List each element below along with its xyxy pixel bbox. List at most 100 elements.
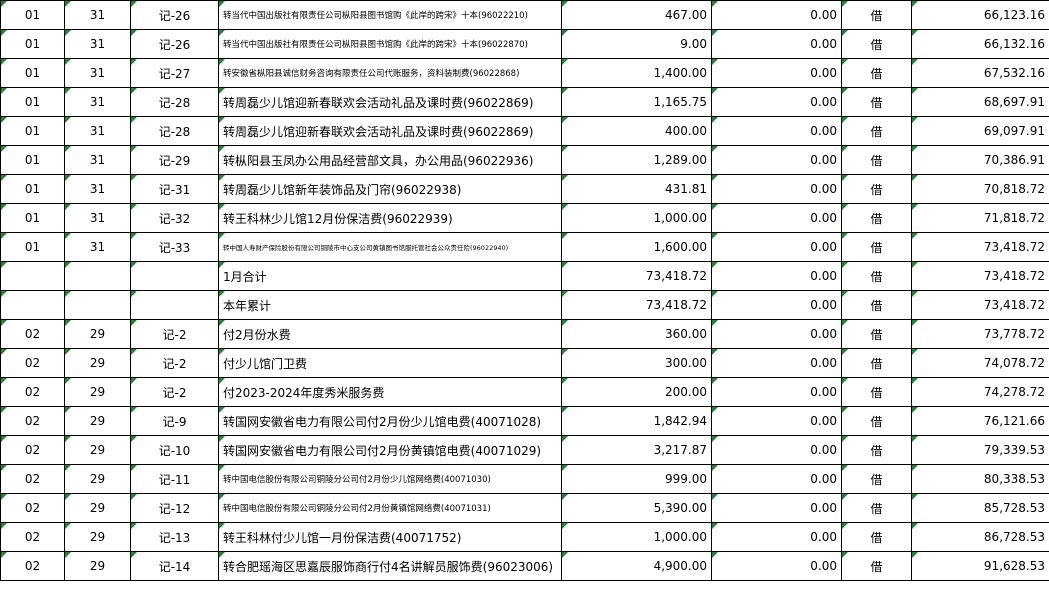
- debit-cell[interactable]: 431.81: [561, 174, 712, 204]
- day-cell[interactable]: 31: [64, 232, 131, 262]
- debit-cell[interactable]: 4,900.00: [561, 551, 712, 581]
- balance-cell[interactable]: 70,386.91: [911, 145, 1049, 175]
- voucher-cell[interactable]: 记-12: [130, 493, 219, 523]
- voucher-cell[interactable]: 记-32: [130, 203, 219, 233]
- direction-cell[interactable]: 借: [841, 522, 912, 552]
- day-cell[interactable]: 29: [64, 435, 131, 465]
- credit-cell[interactable]: 0.00: [711, 319, 842, 349]
- day-cell[interactable]: 31: [64, 116, 131, 146]
- voucher-cell[interactable]: 记-14: [130, 551, 219, 581]
- summary-cell[interactable]: 1月合计: [218, 261, 562, 291]
- summary-cell[interactable]: 转中国电信股份有限公司铜陵分公司付2月份黄镇馆网络费(40071031): [218, 493, 562, 523]
- voucher-cell[interactable]: 记-26: [130, 29, 219, 59]
- debit-cell[interactable]: 1,289.00: [561, 145, 712, 175]
- summary-cell[interactable]: 付少儿馆门卫费: [218, 348, 562, 378]
- debit-cell[interactable]: 5,390.00: [561, 493, 712, 523]
- voucher-cell[interactable]: 记-2: [130, 319, 219, 349]
- voucher-cell[interactable]: 记-13: [130, 522, 219, 552]
- direction-cell[interactable]: 借: [841, 174, 912, 204]
- balance-cell[interactable]: 67,532.16: [911, 58, 1049, 88]
- month-cell[interactable]: [0, 261, 65, 291]
- month-cell[interactable]: [0, 290, 65, 320]
- summary-cell[interactable]: 转合肥瑶海区思嘉辰服饰商行付4名讲解员服饰费(96023006): [218, 551, 562, 581]
- credit-cell[interactable]: 0.00: [711, 522, 842, 552]
- debit-cell[interactable]: 3,217.87: [561, 435, 712, 465]
- direction-cell[interactable]: 借: [841, 0, 912, 30]
- voucher-cell[interactable]: [130, 290, 219, 320]
- credit-cell[interactable]: 0.00: [711, 116, 842, 146]
- credit-cell[interactable]: 0.00: [711, 348, 842, 378]
- month-cell[interactable]: 01: [0, 203, 65, 233]
- month-cell[interactable]: 02: [0, 377, 65, 407]
- credit-cell[interactable]: 0.00: [711, 290, 842, 320]
- day-cell[interactable]: [64, 261, 131, 291]
- balance-cell[interactable]: 86,728.53: [911, 522, 1049, 552]
- voucher-cell[interactable]: 记-28: [130, 116, 219, 146]
- month-cell[interactable]: 02: [0, 551, 65, 581]
- voucher-cell[interactable]: 记-2: [130, 348, 219, 378]
- credit-cell[interactable]: 0.00: [711, 464, 842, 494]
- debit-cell[interactable]: 1,165.75: [561, 87, 712, 117]
- voucher-cell[interactable]: 记-9: [130, 406, 219, 436]
- voucher-cell[interactable]: 记-2: [130, 377, 219, 407]
- day-cell[interactable]: 31: [64, 29, 131, 59]
- debit-cell[interactable]: 1,600.00: [561, 232, 712, 262]
- summary-cell[interactable]: 本年累计: [218, 290, 562, 320]
- debit-cell[interactable]: 9.00: [561, 29, 712, 59]
- debit-cell[interactable]: 1,842.94: [561, 406, 712, 436]
- debit-cell[interactable]: 400.00: [561, 116, 712, 146]
- summary-cell[interactable]: 转周磊少儿馆迎新春联欢会活动礼品及课时费(96022869): [218, 116, 562, 146]
- debit-cell[interactable]: 73,418.72: [561, 261, 712, 291]
- debit-cell[interactable]: 467.00: [561, 0, 712, 30]
- direction-cell[interactable]: 借: [841, 319, 912, 349]
- direction-cell[interactable]: 借: [841, 261, 912, 291]
- month-cell[interactable]: 01: [0, 29, 65, 59]
- debit-cell[interactable]: 200.00: [561, 377, 712, 407]
- summary-cell[interactable]: 转王科林付少儿馆一月份保洁费(40071752): [218, 522, 562, 552]
- credit-cell[interactable]: 0.00: [711, 435, 842, 465]
- balance-cell[interactable]: 85,728.53: [911, 493, 1049, 523]
- balance-cell[interactable]: 76,121.66: [911, 406, 1049, 436]
- voucher-cell[interactable]: 记-29: [130, 145, 219, 175]
- direction-cell[interactable]: 借: [841, 87, 912, 117]
- summary-cell[interactable]: 付2023-2024年度秀米服务费: [218, 377, 562, 407]
- balance-cell[interactable]: 73,418.72: [911, 232, 1049, 262]
- summary-cell[interactable]: 转中国电信股份有限公司铜陵分公司付2月份少儿馆网络费(40071030): [218, 464, 562, 494]
- month-cell[interactable]: 01: [0, 174, 65, 204]
- debit-cell[interactable]: 360.00: [561, 319, 712, 349]
- voucher-cell[interactable]: 记-27: [130, 58, 219, 88]
- summary-cell[interactable]: 付2月份水费: [218, 319, 562, 349]
- day-cell[interactable]: 29: [64, 377, 131, 407]
- voucher-cell[interactable]: 记-11: [130, 464, 219, 494]
- summary-cell[interactable]: 转安徽省枞阳县诚信财务咨询有限责任公司代账服务，资料装制费(96022868): [218, 58, 562, 88]
- credit-cell[interactable]: 0.00: [711, 261, 842, 291]
- debit-cell[interactable]: 1,400.00: [561, 58, 712, 88]
- day-cell[interactable]: 29: [64, 406, 131, 436]
- day-cell[interactable]: 31: [64, 87, 131, 117]
- balance-cell[interactable]: 66,132.16: [911, 29, 1049, 59]
- month-cell[interactable]: 01: [0, 116, 65, 146]
- balance-cell[interactable]: 68,697.91: [911, 87, 1049, 117]
- direction-cell[interactable]: 借: [841, 464, 912, 494]
- balance-cell[interactable]: 69,097.91: [911, 116, 1049, 146]
- balance-cell[interactable]: 73,778.72: [911, 319, 1049, 349]
- summary-cell[interactable]: 转中国人寿财产保险股份有限公司铜陵市中心支公司黄镇图书馆服托管社会公众责任险(9…: [218, 232, 562, 262]
- voucher-cell[interactable]: 记-28: [130, 87, 219, 117]
- day-cell[interactable]: 29: [64, 348, 131, 378]
- day-cell[interactable]: 31: [64, 145, 131, 175]
- direction-cell[interactable]: 借: [841, 203, 912, 233]
- credit-cell[interactable]: 0.00: [711, 377, 842, 407]
- day-cell[interactable]: 31: [64, 203, 131, 233]
- credit-cell[interactable]: 0.00: [711, 232, 842, 262]
- day-cell[interactable]: 29: [64, 464, 131, 494]
- voucher-cell[interactable]: 记-33: [130, 232, 219, 262]
- balance-cell[interactable]: 66,123.16: [911, 0, 1049, 30]
- debit-cell[interactable]: 999.00: [561, 464, 712, 494]
- direction-cell[interactable]: 借: [841, 29, 912, 59]
- direction-cell[interactable]: 借: [841, 232, 912, 262]
- summary-cell[interactable]: 转当代中国出版社有限责任公司枞阳县图书馆购《此岸的跨宋》十本(96022870): [218, 29, 562, 59]
- balance-cell[interactable]: 80,338.53: [911, 464, 1049, 494]
- month-cell[interactable]: 02: [0, 435, 65, 465]
- debit-cell[interactable]: 73,418.72: [561, 290, 712, 320]
- balance-cell[interactable]: 71,818.72: [911, 203, 1049, 233]
